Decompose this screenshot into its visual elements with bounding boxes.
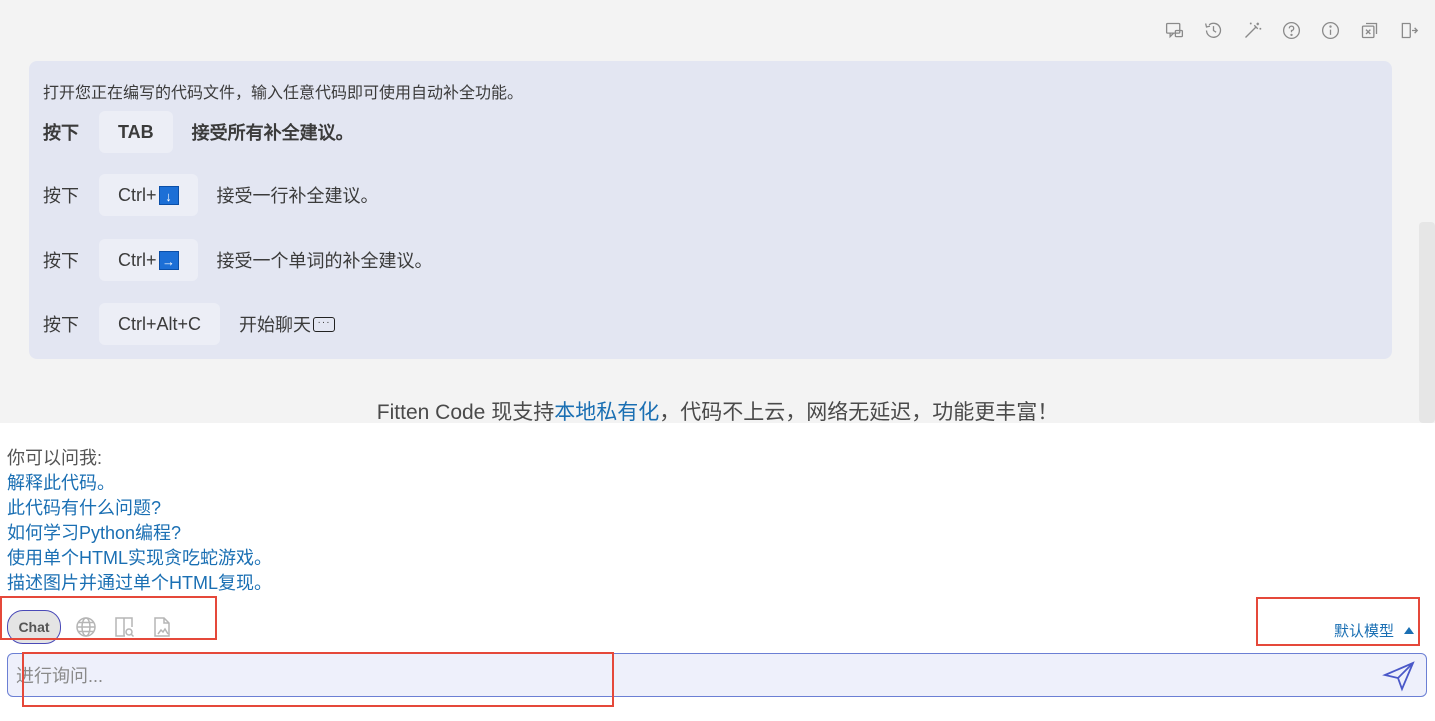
- logout-icon[interactable]: [1396, 18, 1421, 43]
- shortcut-desc: 开始聊天: [239, 315, 312, 335]
- suggestion-item[interactable]: 如何学习Python编程?: [7, 521, 272, 546]
- highlight-box-tools: [0, 596, 217, 640]
- suggestions: 你可以问我: 解释此代码。 此代码有什么问题? 如何学习Python编程? 使用…: [7, 446, 272, 596]
- key-label: Ctrl+: [118, 184, 157, 205]
- highlight-box-input: [22, 652, 614, 707]
- shortcut-prefix: 按下: [43, 123, 79, 143]
- history-icon[interactable]: [1201, 18, 1226, 43]
- arrow-down-icon: ↓: [158, 185, 179, 205]
- highlight-box-model: [1256, 597, 1420, 646]
- shortcut-row-chat: 按下 Ctrl+Alt+C 开始聊天 ···: [43, 303, 336, 345]
- toolbar: [1162, 18, 1421, 43]
- arrow-right-icon: →: [158, 250, 179, 270]
- key-ctrl-down: Ctrl+ ↓: [99, 174, 198, 216]
- close-file-icon[interactable]: [1357, 18, 1382, 43]
- key-ctrl-alt-c: Ctrl+Alt+C: [99, 303, 221, 345]
- key-ctrl-right: Ctrl+ →: [99, 239, 198, 281]
- shortcut-desc: 接受一行补全建议。: [216, 186, 379, 206]
- suggestion-item[interactable]: 解释此代码。: [7, 471, 272, 496]
- key-label: Ctrl+: [118, 249, 157, 270]
- promo-banner: Fitten Code 现支持本地私有化，代码不上云，网络无延迟，功能更丰富！: [0, 396, 1435, 423]
- shortcut-row-ctrl-down: 按下 Ctrl+ ↓ 接受一行补全建议。: [43, 174, 379, 216]
- suggestions-label: 你可以问我:: [7, 448, 103, 468]
- shortcut-desc: 接受所有补全建议。: [191, 123, 354, 143]
- shortcut-desc: 接受一个单词的补全建议。: [216, 251, 433, 271]
- card-intro: 打开您正在编写的代码文件，输入任意代码即可使用自动补全功能。: [43, 85, 524, 102]
- key-label: Ctrl+Alt+C: [118, 313, 202, 334]
- new-chat-icon[interactable]: [1162, 18, 1187, 43]
- scrollbar[interactable]: [1419, 222, 1435, 423]
- shortcut-row-ctrl-right: 按下 Ctrl+ → 接受一个单词的补全建议。: [43, 239, 433, 281]
- suggestion-item[interactable]: 使用单个HTML实现贪吃蛇游戏。: [7, 546, 272, 571]
- shortcut-card: 打开您正在编写的代码文件，输入任意代码即可使用自动补全功能。 按下 TAB 接受…: [29, 61, 1392, 359]
- send-icon[interactable]: [1382, 660, 1416, 692]
- suggestion-item[interactable]: 描述图片并通过单个HTML复现。: [7, 571, 272, 596]
- key-label: TAB: [118, 121, 154, 142]
- shortcut-prefix: 按下: [43, 315, 79, 335]
- magic-wand-icon[interactable]: [1240, 18, 1265, 43]
- info-icon[interactable]: [1318, 18, 1343, 43]
- promo-text-before: Fitten Code 现支持: [376, 401, 555, 423]
- suggestion-item[interactable]: 此代码有什么问题?: [7, 496, 272, 521]
- promo-text-after: ，代码不上云，网络无延迟，功能更丰富！: [659, 401, 1059, 423]
- key-tab: TAB: [99, 111, 173, 153]
- speech-bubble-icon: ···: [313, 316, 336, 332]
- help-icon[interactable]: [1279, 18, 1304, 43]
- welcome-panel: 打开您正在编写的代码文件，输入任意代码即可使用自动补全功能。 按下 TAB 接受…: [0, 0, 1435, 423]
- promo-link[interactable]: 本地私有化: [554, 401, 659, 423]
- shortcut-row-tab: 按下 TAB 接受所有补全建议。: [43, 111, 354, 153]
- shortcut-prefix: 按下: [43, 251, 79, 271]
- shortcut-prefix: 按下: [43, 186, 79, 206]
